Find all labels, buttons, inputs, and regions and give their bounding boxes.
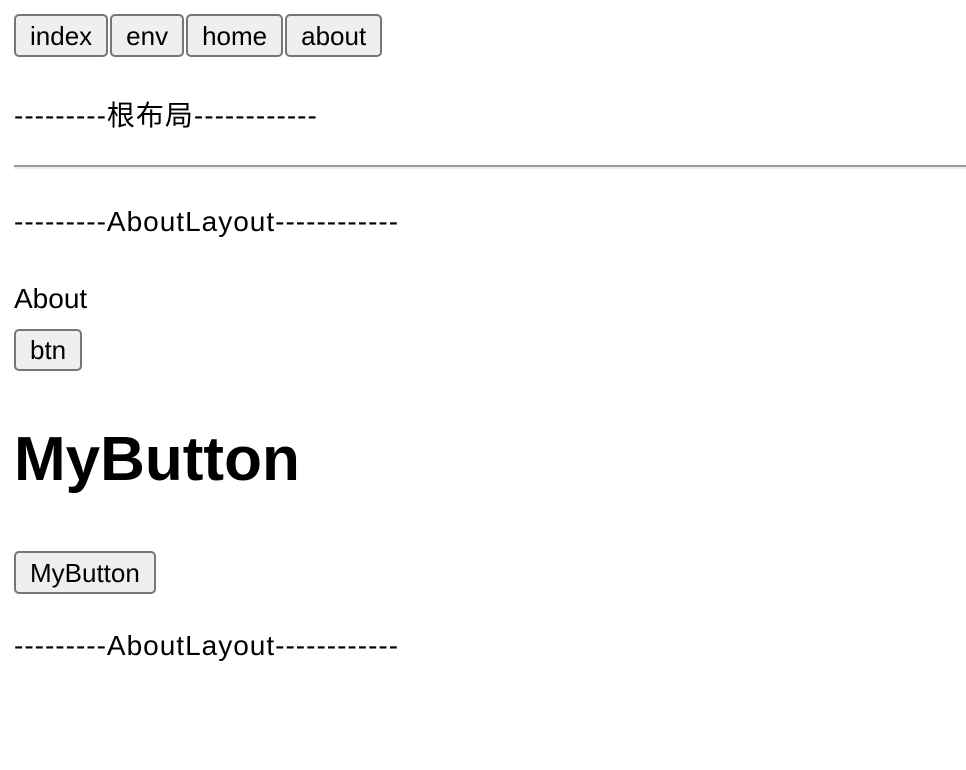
about-layout-label-bottom: ---------AboutLayout------------ <box>14 630 400 661</box>
mybutton-button[interactable]: MyButton <box>14 551 156 594</box>
nav-about-button[interactable]: about <box>285 14 383 57</box>
divider <box>14 165 966 169</box>
btn-button[interactable]: btn <box>14 329 83 371</box>
nav-env-button[interactable]: env <box>110 14 185 57</box>
root-layout-label: ---------根布局------------ <box>14 100 318 131</box>
nav-home-button[interactable]: home <box>186 14 284 57</box>
nav-bar: index env home about <box>14 14 383 57</box>
about-text: About <box>14 283 88 314</box>
mybutton-heading: MyButton <box>14 425 300 494</box>
nav-index-button[interactable]: index <box>14 14 109 57</box>
about-layout-label-top: ---------AboutLayout------------ <box>14 206 400 237</box>
